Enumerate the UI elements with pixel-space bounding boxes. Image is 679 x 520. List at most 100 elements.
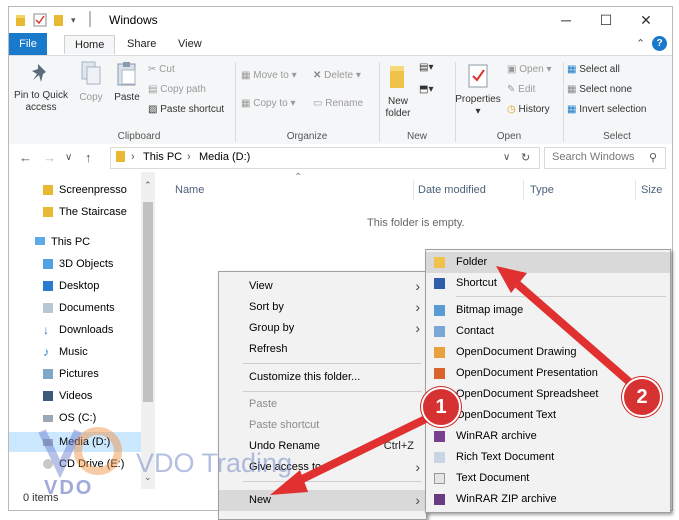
maximize-button[interactable]: ☐	[586, 9, 626, 31]
copy-path-label: Copy path	[160, 84, 206, 95]
open-icon: ▣	[507, 64, 517, 75]
edit-button[interactable]: ✎ Edit	[507, 84, 535, 95]
submenu-item-folder[interactable]: Folder	[426, 252, 670, 273]
paste-shortcut-button[interactable]: ▧ Paste shortcut	[148, 104, 224, 115]
folder-icon	[43, 207, 53, 217]
submenu-item-bitmap[interactable]: Bitmap image	[426, 300, 670, 321]
videos-icon	[43, 391, 53, 401]
submenu-item-odg[interactable]: OpenDocument Drawing	[426, 342, 670, 363]
properties-button[interactable]: Properties ▾	[452, 62, 504, 118]
submenu-item-winrar-zip[interactable]: WinRAR ZIP archive	[426, 489, 670, 510]
column-name[interactable]: Name	[175, 184, 204, 196]
scroll-thumb[interactable]	[143, 202, 153, 402]
clipboard-group-label: Clipboard	[117, 131, 161, 142]
help-icon[interactable]: ?	[652, 36, 667, 51]
select-all-button[interactable]: ▦ Select all	[567, 64, 620, 75]
nav-scrollbar[interactable]: ⌃ ⌄	[141, 172, 155, 492]
watermark-logo: VDO	[38, 425, 128, 499]
back-arrow-icon[interactable]: ←	[19, 150, 32, 165]
tab-view[interactable]: View	[168, 35, 212, 53]
copy-path-button[interactable]: ▤ Copy path	[148, 84, 206, 95]
submenu-arrow-icon: ›	[415, 320, 420, 336]
search-input[interactable]: Search Windows	[552, 151, 635, 163]
breadcrumb-this-pc[interactable]: This PC	[143, 151, 182, 163]
properties-label: Properties	[455, 94, 501, 105]
nav-item-the-staircase[interactable]: The Staircase	[9, 202, 144, 222]
minimize-button[interactable]: ─	[546, 9, 586, 31]
copy-icon	[81, 61, 101, 85]
tab-home[interactable]: Home	[64, 35, 116, 54]
column-divider	[635, 180, 636, 200]
address-box[interactable]: › This PC › Media (D:) ∨ ↻	[110, 147, 540, 169]
context-item-paste-shortcut[interactable]: Paste shortcut	[219, 415, 426, 436]
select-none-icon: ▦	[567, 84, 577, 95]
context-item-view[interactable]: View ›	[219, 276, 426, 297]
paste-shortcut-icon: ▧	[148, 104, 158, 115]
delete-button[interactable]: ✕ Delete ▾	[313, 70, 361, 81]
title-divider	[89, 11, 91, 27]
close-button[interactable]: ✕	[626, 9, 666, 31]
breadcrumb-drive[interactable]: Media (D:)	[199, 151, 250, 163]
context-item-customize[interactable]: Customize this folder...	[219, 367, 426, 388]
ribbon-collapse-icon[interactable]: ⌃	[636, 37, 645, 50]
submenu-item-winrar[interactable]: WinRAR archive	[426, 426, 670, 447]
history-button[interactable]: ◷ History	[507, 104, 550, 115]
nav-label: The Staircase	[59, 206, 127, 218]
context-label: View	[249, 280, 273, 292]
recent-chevron-icon[interactable]: ∨	[65, 152, 72, 163]
select-none-button[interactable]: ▦ Select none	[567, 84, 632, 95]
copy-to-button[interactable]: ▦ Copy to ▾	[241, 98, 296, 109]
submenu-item-text[interactable]: Text Document	[426, 468, 670, 489]
scroll-up-icon[interactable]: ⌃	[144, 180, 152, 191]
up-arrow-icon[interactable]: ↑	[85, 150, 92, 165]
nav-item-desktop[interactable]: Desktop	[9, 276, 144, 296]
organize-group-label: Organize	[286, 131, 328, 142]
nav-item-pictures[interactable]: Pictures	[9, 364, 144, 384]
nav-item-screenpresso[interactable]: Screenpresso	[9, 180, 144, 200]
context-item-group-by[interactable]: Group by ›	[219, 318, 426, 339]
submenu-item-shortcut[interactable]: Shortcut	[426, 273, 670, 294]
submenu-label: Text Document	[456, 472, 530, 484]
easy-access-button[interactable]: ⬒▾	[419, 84, 433, 95]
move-to-button[interactable]: ▦ Move to ▾	[241, 70, 297, 81]
customize-toolbar-icon[interactable]: ▾	[71, 15, 85, 29]
invert-selection-button[interactable]: ▦ Invert selection	[567, 104, 647, 115]
nav-item-music[interactable]: ♪ Music	[9, 342, 144, 362]
pin-icon	[32, 64, 46, 82]
ribbon-separator	[563, 62, 564, 142]
pin-to-quick-access-button[interactable]: Pin to Quick access	[11, 60, 71, 114]
refresh-icon[interactable]: ↻	[521, 151, 530, 164]
forward-arrow-icon[interactable]: →	[43, 150, 56, 165]
context-item-refresh[interactable]: Refresh	[219, 339, 426, 360]
new-folder-button[interactable]: New folder	[381, 62, 415, 120]
nav-label: Pictures	[59, 368, 99, 380]
nav-item-videos[interactable]: Videos	[9, 386, 144, 406]
context-item-paste[interactable]: Paste	[219, 394, 426, 415]
new-item-button[interactable]: ▤▾	[419, 62, 433, 73]
ribbon-separator	[379, 62, 380, 142]
search-box[interactable]: Search Windows ⚲	[544, 147, 666, 169]
tab-file[interactable]: File	[9, 33, 47, 55]
column-size[interactable]: Size	[641, 184, 662, 196]
rename-button[interactable]: ▭ Rename	[313, 98, 363, 109]
copy-button[interactable]: Copy	[75, 60, 107, 104]
tab-share[interactable]: Share	[117, 35, 166, 53]
column-date-modified[interactable]: Date modified	[418, 184, 486, 196]
ribbon: Pin to Quick access Copy Paste ✂ Cut ▤ C…	[9, 55, 672, 145]
new-folder-icon[interactable]	[53, 13, 67, 27]
context-item-sort-by[interactable]: Sort by ›	[219, 297, 426, 318]
submenu-item-rtf[interactable]: Rich Text Document	[426, 447, 670, 468]
submenu-item-contact[interactable]: Contact	[426, 321, 670, 342]
properties-icon[interactable]	[33, 13, 47, 27]
empty-folder-message: This folder is empty.	[367, 217, 465, 229]
paste-button[interactable]: Paste	[111, 60, 143, 104]
nav-item-downloads[interactable]: ↓ Downloads	[9, 320, 144, 340]
column-type[interactable]: Type	[530, 184, 554, 196]
address-dropdown-icon[interactable]: ∨	[503, 152, 510, 163]
context-item-new[interactable]: New ›	[219, 490, 426, 511]
nav-item-documents[interactable]: Documents	[9, 298, 144, 318]
nav-item-3d-objects[interactable]: 3D Objects	[9, 254, 144, 274]
nav-item-this-pc[interactable]: This PC	[9, 232, 144, 252]
open-button[interactable]: ▣ Open ▾	[507, 64, 552, 75]
cut-button[interactable]: ✂ Cut	[148, 64, 175, 75]
